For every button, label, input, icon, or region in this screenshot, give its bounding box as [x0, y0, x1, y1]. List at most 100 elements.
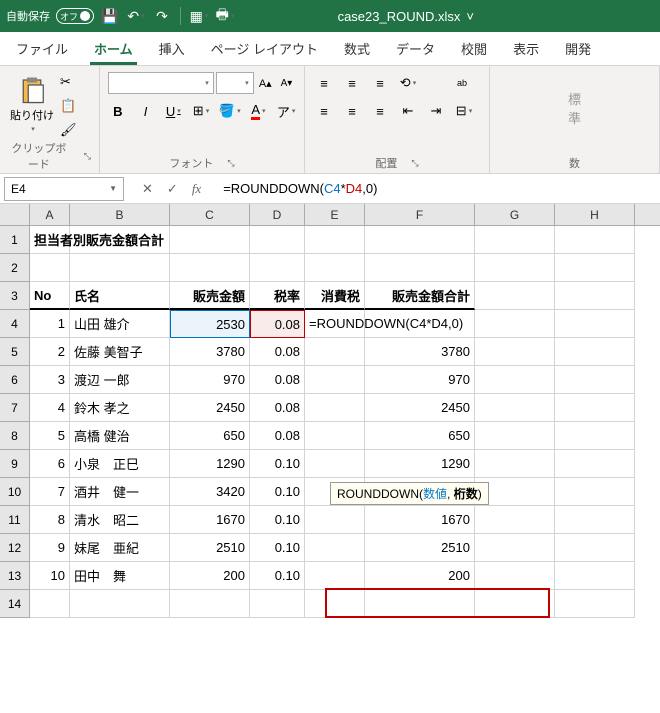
- cell[interactable]: 0.08: [250, 366, 305, 394]
- orientation-icon[interactable]: ⟲▾: [397, 72, 419, 94]
- cell[interactable]: 4: [30, 394, 70, 422]
- cell[interactable]: 9: [30, 534, 70, 562]
- cell[interactable]: 税率: [250, 282, 305, 310]
- cell[interactable]: [305, 450, 365, 478]
- row-header-8[interactable]: 8: [0, 422, 30, 450]
- cell[interactable]: 1290: [365, 450, 475, 478]
- indent-increase-icon[interactable]: ⇥: [425, 100, 447, 122]
- cell[interactable]: 担当者別販売金額合計: [30, 226, 70, 254]
- cell[interactable]: 0.10: [250, 478, 305, 506]
- cell[interactable]: 氏名: [70, 282, 170, 310]
- align-top-icon[interactable]: ≡: [313, 72, 335, 94]
- cell[interactable]: 8: [30, 506, 70, 534]
- cell[interactable]: 1670: [365, 506, 475, 534]
- row-header-5[interactable]: 5: [0, 338, 30, 366]
- row-header-11[interactable]: 11: [0, 506, 30, 534]
- cell[interactable]: 200: [170, 562, 250, 590]
- cell[interactable]: 0.08: [250, 310, 305, 338]
- col-header-D[interactable]: D: [250, 204, 305, 225]
- tab-home[interactable]: ホーム: [90, 32, 137, 65]
- tab-dev[interactable]: 開発: [561, 32, 595, 65]
- copy-icon[interactable]: 📋: [60, 98, 77, 114]
- tab-review[interactable]: 校閲: [457, 32, 491, 65]
- cell[interactable]: No: [30, 282, 70, 310]
- font-color-icon[interactable]: A▾: [249, 100, 269, 122]
- print-icon[interactable]: 🖶▾: [217, 8, 233, 24]
- cell[interactable]: 清水 昭二: [70, 506, 170, 534]
- cell[interactable]: 田中 舞: [70, 562, 170, 590]
- fill-color-icon[interactable]: 🪣▾: [219, 100, 241, 122]
- col-header-B[interactable]: B: [70, 204, 170, 225]
- font-size-input[interactable]: ▾: [216, 72, 254, 94]
- cell[interactable]: 10: [30, 562, 70, 590]
- cell[interactable]: 1670: [170, 506, 250, 534]
- row-header-10[interactable]: 10: [0, 478, 30, 506]
- cell[interactable]: 0.10: [250, 506, 305, 534]
- enter-icon[interactable]: ✓: [167, 181, 178, 197]
- row-header-14[interactable]: 14: [0, 590, 30, 618]
- row-header-7[interactable]: 7: [0, 394, 30, 422]
- cell[interactable]: [305, 562, 365, 590]
- cell[interactable]: 0.10: [250, 562, 305, 590]
- cell[interactable]: 販売金額合計: [365, 282, 475, 310]
- file-name[interactable]: case23_ROUND.xlsx ˅: [338, 9, 474, 24]
- cell[interactable]: [305, 506, 365, 534]
- row-header-9[interactable]: 9: [0, 450, 30, 478]
- fx-icon[interactable]: fx: [192, 181, 201, 197]
- row-header-4[interactable]: 4: [0, 310, 30, 338]
- cell[interactable]: 3780: [170, 338, 250, 366]
- cell[interactable]: 小泉 正巳: [70, 450, 170, 478]
- row-header-3[interactable]: 3: [0, 282, 30, 310]
- border-icon[interactable]: ⊞▾: [191, 100, 211, 122]
- align-middle-icon[interactable]: ≡: [341, 72, 363, 94]
- cell[interactable]: 5: [30, 422, 70, 450]
- align-right-icon[interactable]: ≡: [369, 100, 391, 122]
- underline-button[interactable]: U▾: [163, 100, 183, 122]
- tab-view[interactable]: 表示: [509, 32, 543, 65]
- cell[interactable]: 650: [365, 422, 475, 450]
- italic-button[interactable]: I: [136, 100, 156, 122]
- redo-icon[interactable]: ↷: [154, 8, 170, 24]
- cell[interactable]: 0.10: [250, 534, 305, 562]
- cell[interactable]: 2510: [170, 534, 250, 562]
- autosave-toggle[interactable]: 自動保存 オフ: [6, 8, 94, 24]
- cell[interactable]: 2450: [365, 394, 475, 422]
- cell[interactable]: [305, 534, 365, 562]
- cell[interactable]: 酒井 健一: [70, 478, 170, 506]
- name-box[interactable]: E4 ▼: [4, 177, 124, 201]
- cell[interactable]: 鈴木 孝之: [70, 394, 170, 422]
- cut-icon[interactable]: ✂: [60, 74, 77, 90]
- row-header-6[interactable]: 6: [0, 366, 30, 394]
- function-tooltip[interactable]: ROUNDDOWN(数値, 桁数): [330, 482, 489, 505]
- tab-insert[interactable]: 挿入: [155, 32, 189, 65]
- dialog-launcher-icon[interactable]: ⤡: [227, 158, 234, 169]
- align-bottom-icon[interactable]: ≡: [369, 72, 391, 94]
- cell[interactable]: 0.08: [250, 338, 305, 366]
- cell[interactable]: 販売金額: [170, 282, 250, 310]
- align-left-icon[interactable]: ≡: [313, 100, 335, 122]
- row-header-2[interactable]: 2: [0, 254, 30, 282]
- col-header-F[interactable]: F: [365, 204, 475, 225]
- cell[interactable]: 3: [30, 366, 70, 394]
- merge-icon[interactable]: ⊟▾: [453, 100, 475, 122]
- cell[interactable]: 妹尾 亜紀: [70, 534, 170, 562]
- increase-font-icon[interactable]: A▴: [256, 72, 275, 94]
- cell[interactable]: 消費税: [305, 282, 365, 310]
- cell[interactable]: 3420: [170, 478, 250, 506]
- number-format-icon[interactable]: 標準: [568, 89, 581, 127]
- cell[interactable]: 2450: [170, 394, 250, 422]
- cell[interactable]: [305, 338, 365, 366]
- col-header-G[interactable]: G: [475, 204, 555, 225]
- tab-pagelayout[interactable]: ページ レイアウト: [207, 32, 322, 65]
- tab-data[interactable]: データ: [392, 32, 439, 65]
- dialog-launcher-icon[interactable]: ⤡: [411, 158, 418, 169]
- dialog-launcher-icon[interactable]: ⤡: [84, 151, 91, 162]
- col-header-A[interactable]: A: [30, 204, 70, 225]
- cell[interactable]: 0.10: [250, 450, 305, 478]
- cell[interactable]: [305, 366, 365, 394]
- undo-icon[interactable]: ↶▾: [128, 8, 144, 24]
- formula-bar[interactable]: =ROUNDDOWN(C4*D4,0): [215, 181, 660, 196]
- save-icon[interactable]: 💾: [102, 8, 118, 24]
- phonetic-icon[interactable]: ア▾: [276, 100, 296, 122]
- indent-decrease-icon[interactable]: ⇤: [397, 100, 419, 122]
